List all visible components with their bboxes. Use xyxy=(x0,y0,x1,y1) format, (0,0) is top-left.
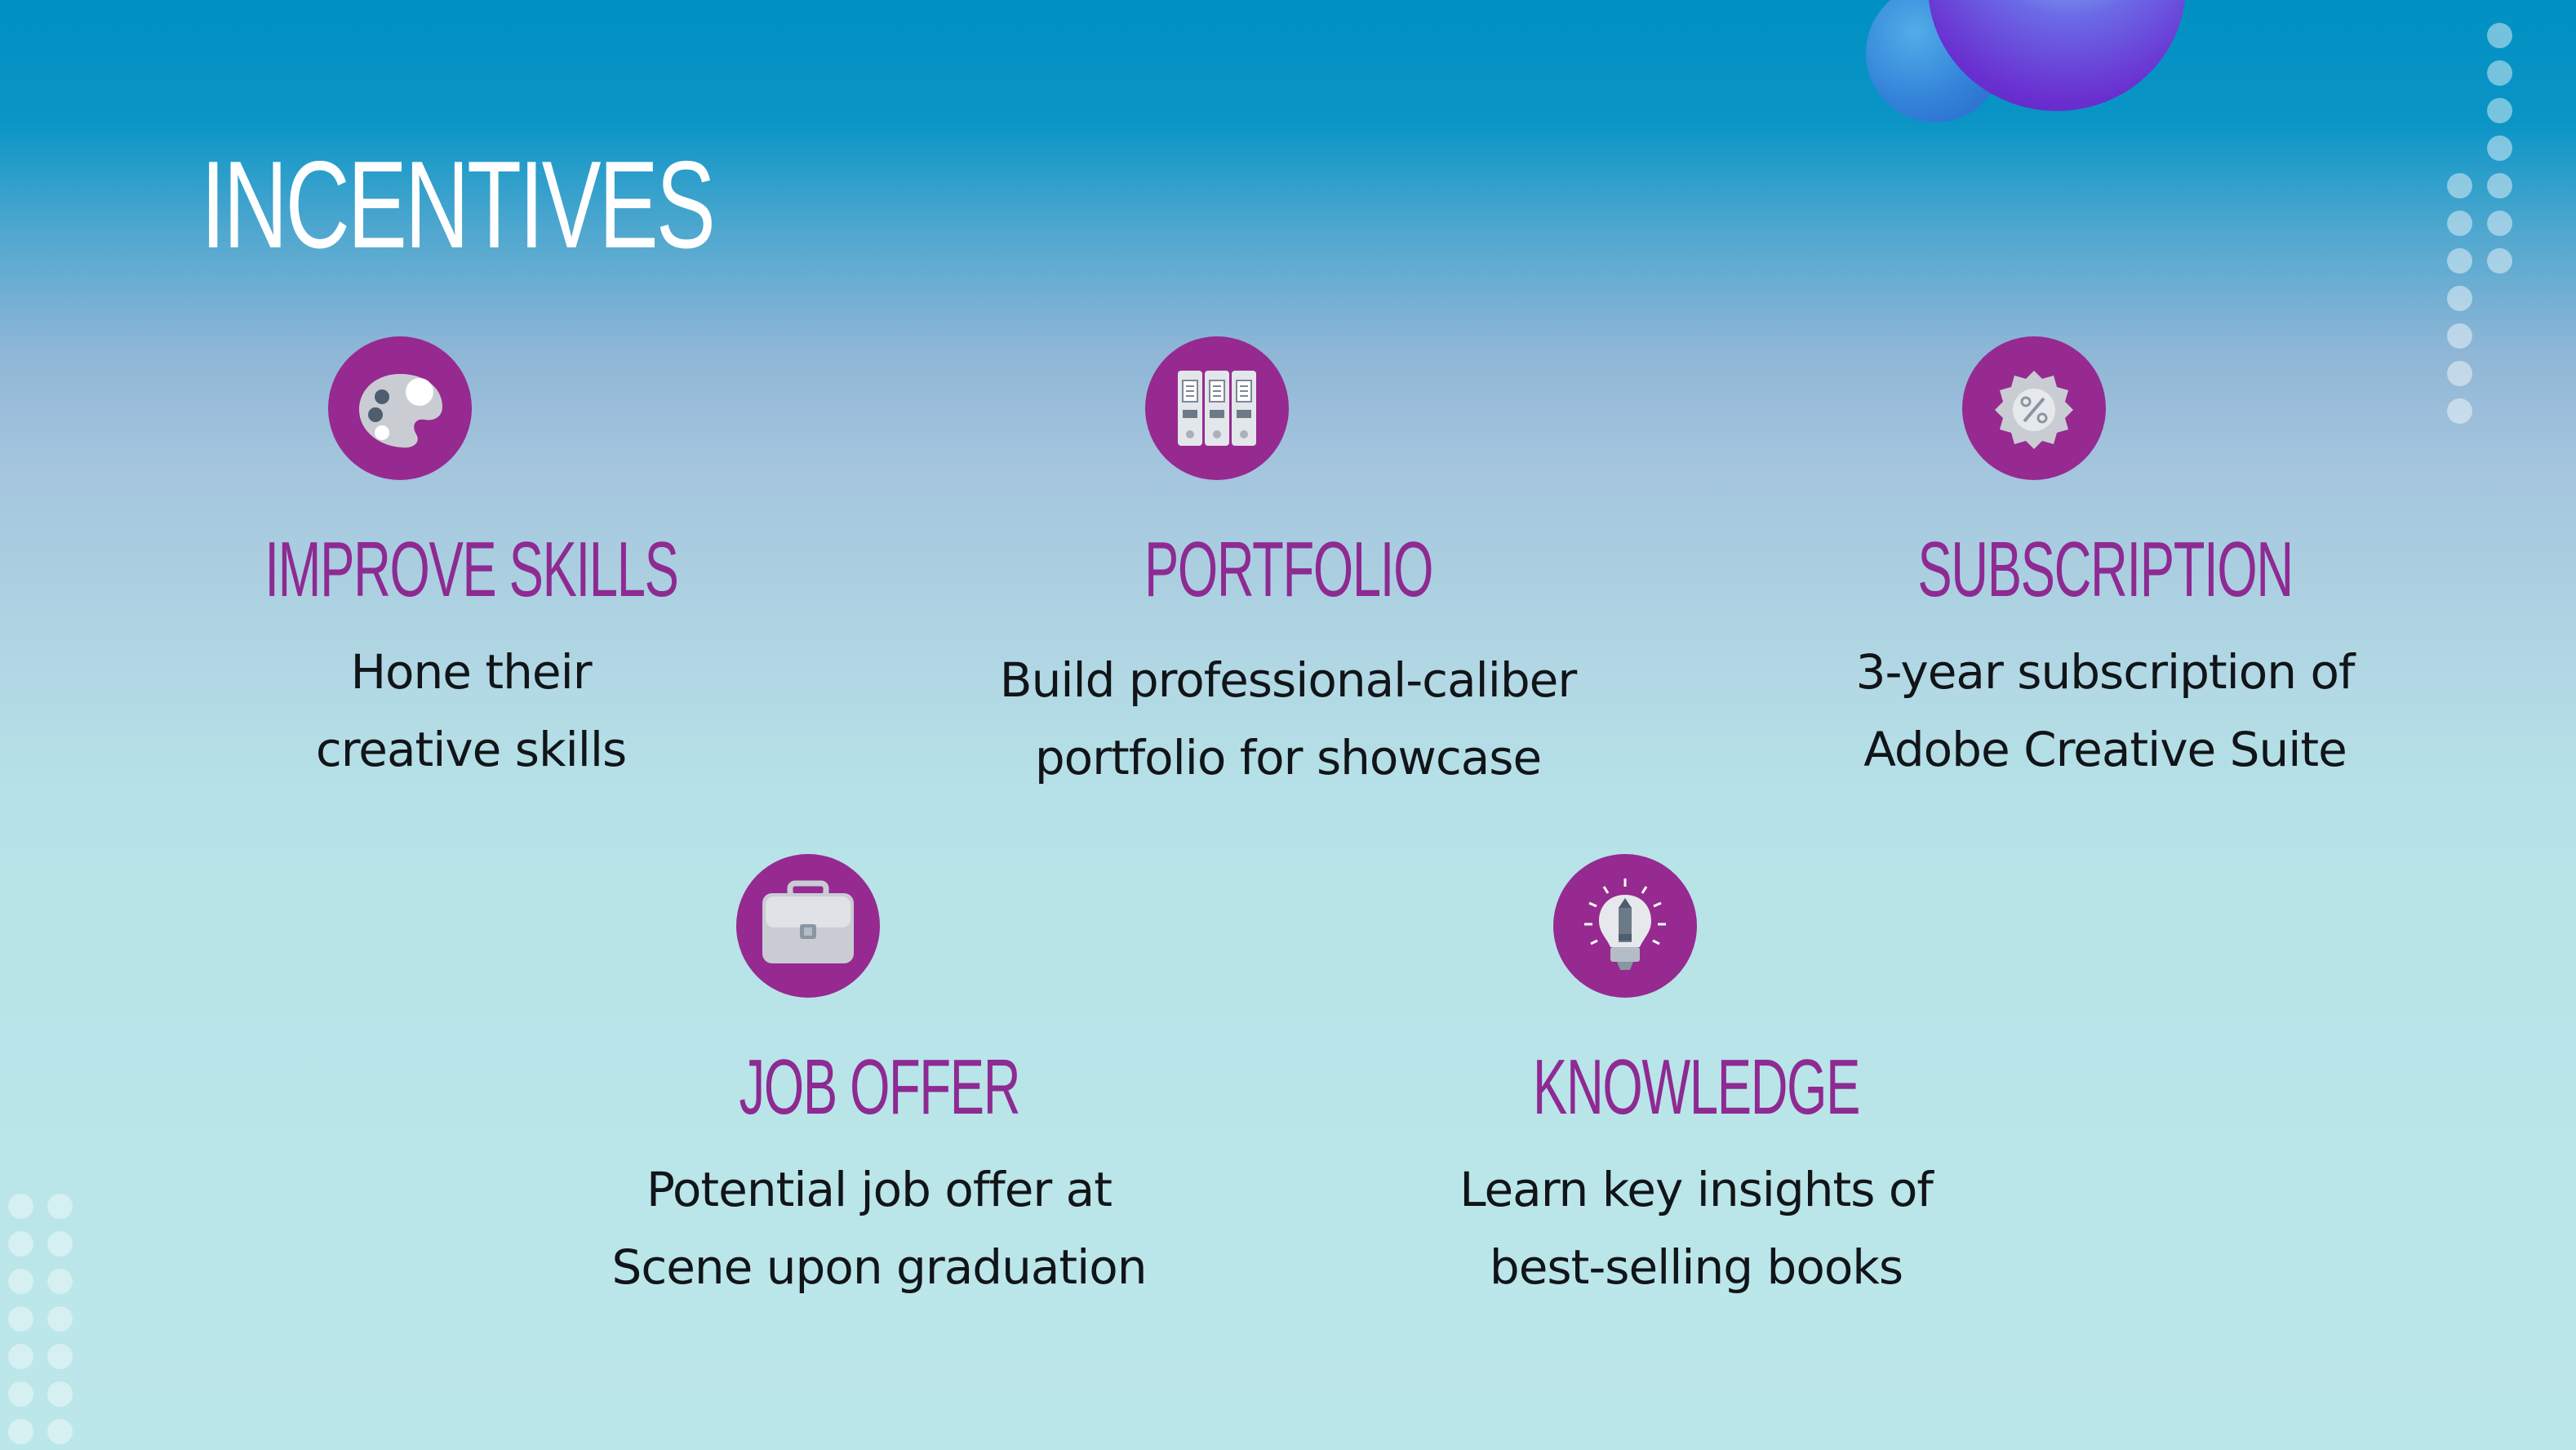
incentive-description: Learn key insights of best-selling books xyxy=(1459,1162,1934,1295)
incentive-description: Potential job offer at Scene upon gradua… xyxy=(611,1162,1148,1295)
incentive-heading: IMPROVE SKILLS xyxy=(264,526,679,613)
incentive-heading: SUBSCRIPTION xyxy=(1917,526,2294,613)
binders-icon xyxy=(1145,336,1289,480)
briefcase-icon xyxy=(736,854,880,998)
slide: INCENTIVES IMPROVE SKILLS Hone their cre… xyxy=(0,0,2576,1450)
paint-palette-icon xyxy=(328,336,472,480)
incentive-heading: PORTFOLIO xyxy=(1144,526,1432,613)
incentive-heading: JOB OFFER xyxy=(739,1043,1020,1131)
discount-badge-icon xyxy=(1962,336,2106,480)
lightbulb-pencil-icon xyxy=(1553,854,1697,998)
incentive-heading: KNOWLEDGE xyxy=(1532,1043,1860,1131)
slide-title: INCENTIVES xyxy=(201,136,716,274)
incentive-description: Build professional-caliber portfolio for… xyxy=(999,652,1577,785)
incentive-description: 3-year subscription of Adobe Creative Su… xyxy=(1855,644,2356,777)
incentive-description: Hone their creative skills xyxy=(315,644,627,777)
